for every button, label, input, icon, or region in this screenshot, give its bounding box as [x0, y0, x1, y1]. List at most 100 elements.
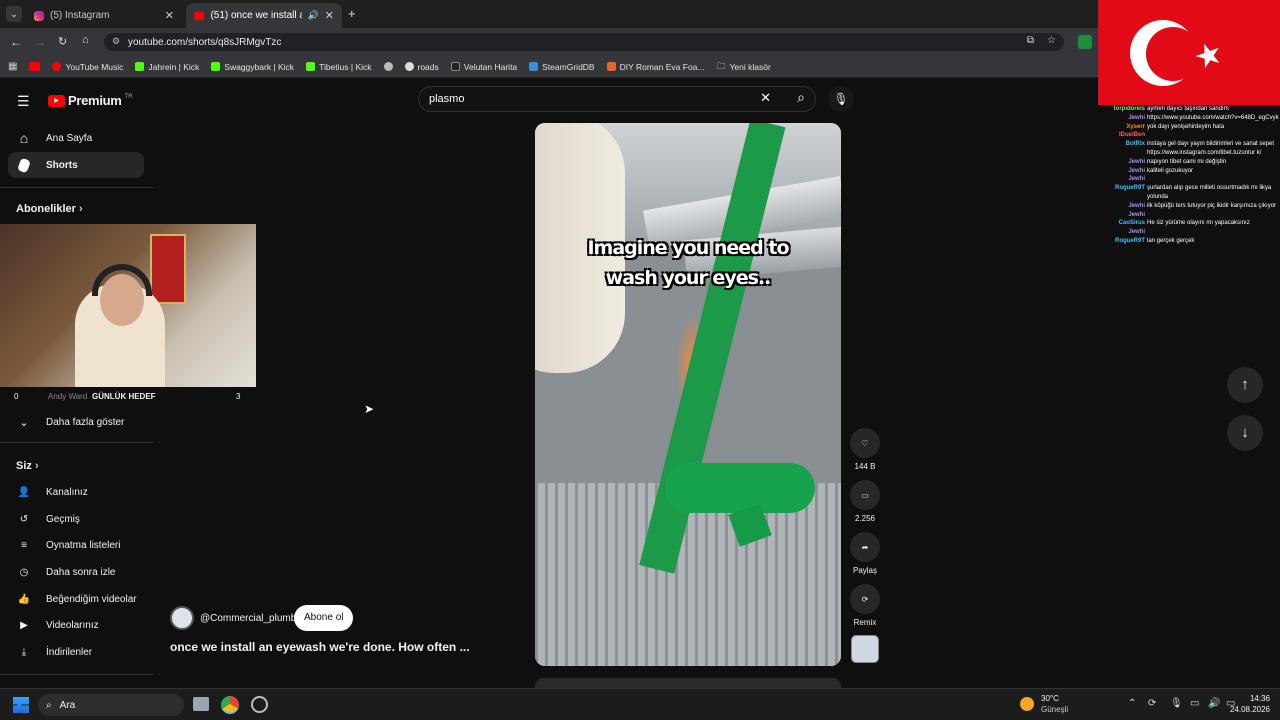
home-icon[interactable]: ⌂: [82, 34, 89, 46]
network-icon[interactable]: ▭: [1190, 698, 1199, 709]
bookmark-roads[interactable]: roads: [404, 62, 439, 72]
shorts-video-player[interactable]: Imagine you need to wash your eyes..: [535, 123, 841, 666]
sidebar-item-history[interactable]: ↺ Geçmiş: [8, 506, 144, 532]
sidebar-item-your-videos[interactable]: ▶ Videolarınız: [8, 612, 144, 638]
chat-message: CaoSirus He siz yürüme olayını mı yapacak…: [1085, 219, 1280, 228]
bookmark-globe[interactable]: [383, 62, 393, 71]
chat-text: [1147, 228, 1279, 237]
tray-chevron-icon[interactable]: ⌃: [1128, 698, 1136, 709]
weather-status[interactable]: Güneşli: [1041, 705, 1068, 714]
clear-search-icon[interactable]: ✕: [760, 90, 771, 106]
share-button[interactable]: ➦ Paylaş: [848, 532, 882, 575]
bookmark-swaggybark[interactable]: Swaggybark | Kick: [211, 62, 294, 72]
kick-icon: [211, 62, 221, 71]
tab-instagram[interactable]: (5) Instagram ✕: [26, 3, 182, 28]
youtube-logo[interactable]: ▶ Premium TR: [48, 93, 133, 108]
instagram-icon: [34, 10, 44, 21]
chevron-down-icon: ⌄: [19, 416, 29, 429]
sidebar-item-liked[interactable]: 👍 Beğendiğim videolar: [8, 586, 144, 612]
tab-search-button[interactable]: ⌄: [6, 6, 22, 22]
back-icon[interactable]: ←: [10, 35, 22, 49]
youtube-icon[interactable]: [29, 62, 41, 71]
clock-date[interactable]: 24.08.2026: [1220, 705, 1270, 714]
video-icon: ▶: [20, 619, 28, 631]
arrow-down-icon: ↓: [1241, 424, 1249, 441]
bookmark-jahrein[interactable]: Jahrein | Kick: [135, 62, 199, 72]
channel-name[interactable]: @Commercial_plumb: [200, 613, 296, 624]
remix-button[interactable]: ⟳ Remix: [848, 584, 882, 627]
chat-username: Jewhi: [1128, 229, 1145, 236]
clock-time[interactable]: 14:36: [1228, 694, 1270, 703]
previous-short-button[interactable]: ↑: [1227, 367, 1263, 403]
install-icon[interactable]: ⧉: [1027, 35, 1034, 46]
taskbar-search[interactable]: ⌕ Ara: [38, 694, 184, 716]
close-icon[interactable]: ✕: [325, 9, 334, 22]
sidebar-item-label: Shorts: [46, 159, 78, 171]
sidebar-item-playlists[interactable]: ≡ Oynatma listeleri: [8, 532, 144, 558]
video-title[interactable]: once we install an eyewash we're done. H…: [170, 640, 470, 654]
chat-text: [1147, 211, 1279, 220]
chat-username: Jewhi: [1128, 167, 1145, 174]
like-button[interactable]: ♡ 144 B: [848, 428, 882, 471]
sync-icon[interactable]: ⟳: [1148, 698, 1156, 709]
reload-icon[interactable]: ↻: [58, 35, 67, 48]
volume-icon[interactable]: 🔊: [1208, 698, 1220, 709]
show-more-button[interactable]: ⌄ Daha fazla göster: [8, 409, 144, 435]
chat-message: torpidoreis aymen dayıcı taşından sandım: [1085, 105, 1280, 114]
channel-avatar[interactable]: [170, 606, 194, 630]
address-bar[interactable]: ⚙ youtube.com/shorts/q8sJRMgvTzc ⧉ ☆: [104, 33, 1064, 51]
chat-username: CaoSirus: [1118, 220, 1145, 227]
sidebar-item-your-channel[interactable]: 👤 Kanalınız: [8, 479, 144, 505]
sidebar-item-home[interactable]: ⌂ Ana Sayfa: [8, 125, 144, 151]
chrome-icon[interactable]: [221, 696, 239, 714]
chat-text: [1147, 175, 1279, 184]
search-input[interactable]: plasmo ✕ ⌕: [418, 86, 816, 112]
subscribe-button[interactable]: Abone ol: [294, 605, 354, 631]
site-info-icon[interactable]: ⚙: [112, 36, 120, 47]
tab-youtube[interactable]: (51) once we install an eyew 🔊 ✕: [186, 3, 342, 28]
you-header[interactable]: Siz ›: [16, 460, 39, 472]
subscriptions-header[interactable]: Abonelikler ›: [16, 203, 83, 215]
mic-tray-icon[interactable]: 🎙: [1170, 698, 1183, 709]
extension-icon[interactable]: [1078, 35, 1092, 49]
close-icon[interactable]: ✕: [165, 9, 174, 22]
task-view-icon[interactable]: [193, 697, 209, 711]
next-short-button[interactable]: ↓: [1227, 415, 1263, 451]
forward-icon[interactable]: →: [34, 35, 46, 49]
chat-username: torpidoreis: [1113, 106, 1145, 112]
next-short-preview[interactable]: [535, 678, 841, 688]
comments-button[interactable]: ▭ 2.256: [848, 480, 882, 523]
chat-text: kaliteli gozukuyor: [1147, 167, 1194, 174]
chat-message: Jewhi ilk köpüğü ters tutuyor piç ikidir …: [1085, 202, 1280, 211]
app-icon[interactable]: [251, 696, 268, 713]
tab-label: (51) once we install an eyew: [210, 10, 301, 21]
sidebar-item-downloads[interactable]: ⤓ İndirilenler: [8, 639, 144, 665]
temperature[interactable]: 30°C: [1041, 694, 1059, 703]
audio-thumbnail[interactable]: [851, 635, 879, 663]
bookmark-folder[interactable]: 🗀 Yeni klasör: [717, 59, 771, 75]
apps-grid-icon[interactable]: ▦: [8, 61, 17, 72]
sidebar-item-shorts[interactable]: Shorts: [8, 152, 144, 178]
bookmark-tibetius[interactable]: Tibetius | Kick: [306, 62, 372, 72]
share-label: Paylaş: [852, 566, 877, 575]
goal-bar: 0 Andy Ward GÜNLÜK HEDEF 3: [0, 388, 256, 404]
chat-username: RogueR9T: [1115, 185, 1145, 192]
new-tab-button[interactable]: +: [348, 6, 356, 21]
windows-start-icon[interactable]: [13, 697, 29, 713]
bookmark-youtube-music[interactable]: YouTube Music: [52, 62, 123, 72]
kick-icon: [306, 62, 316, 71]
sub-channel-name[interactable]: Andy Ward: [48, 392, 87, 401]
speaker-icon[interactable]: 🔊: [308, 10, 319, 21]
bookmark-steamgriddb[interactable]: SteamGridDB: [529, 62, 595, 72]
clock-icon: ◷: [19, 566, 29, 578]
video-caption: Imagine you need to wash your eyes..: [587, 237, 789, 289]
sidebar-item-watch-later[interactable]: ◷ Daha sonra izle: [8, 559, 144, 585]
menu-icon[interactable]: ☰: [17, 93, 30, 110]
bookmark-diy-roman[interactable]: DIY Roman Eva Foa...: [606, 62, 705, 72]
chat-message: Jewhi kaliteli gozukuyor: [1085, 167, 1280, 176]
search-icon[interactable]: ⌕: [797, 89, 805, 106]
star-icon[interactable]: ☆: [1047, 35, 1056, 46]
banner-decoration: [150, 234, 186, 304]
bookmark-velutan[interactable]: Velutan Harita: [450, 62, 517, 72]
mic-icon[interactable]: 🎙: [828, 86, 854, 112]
